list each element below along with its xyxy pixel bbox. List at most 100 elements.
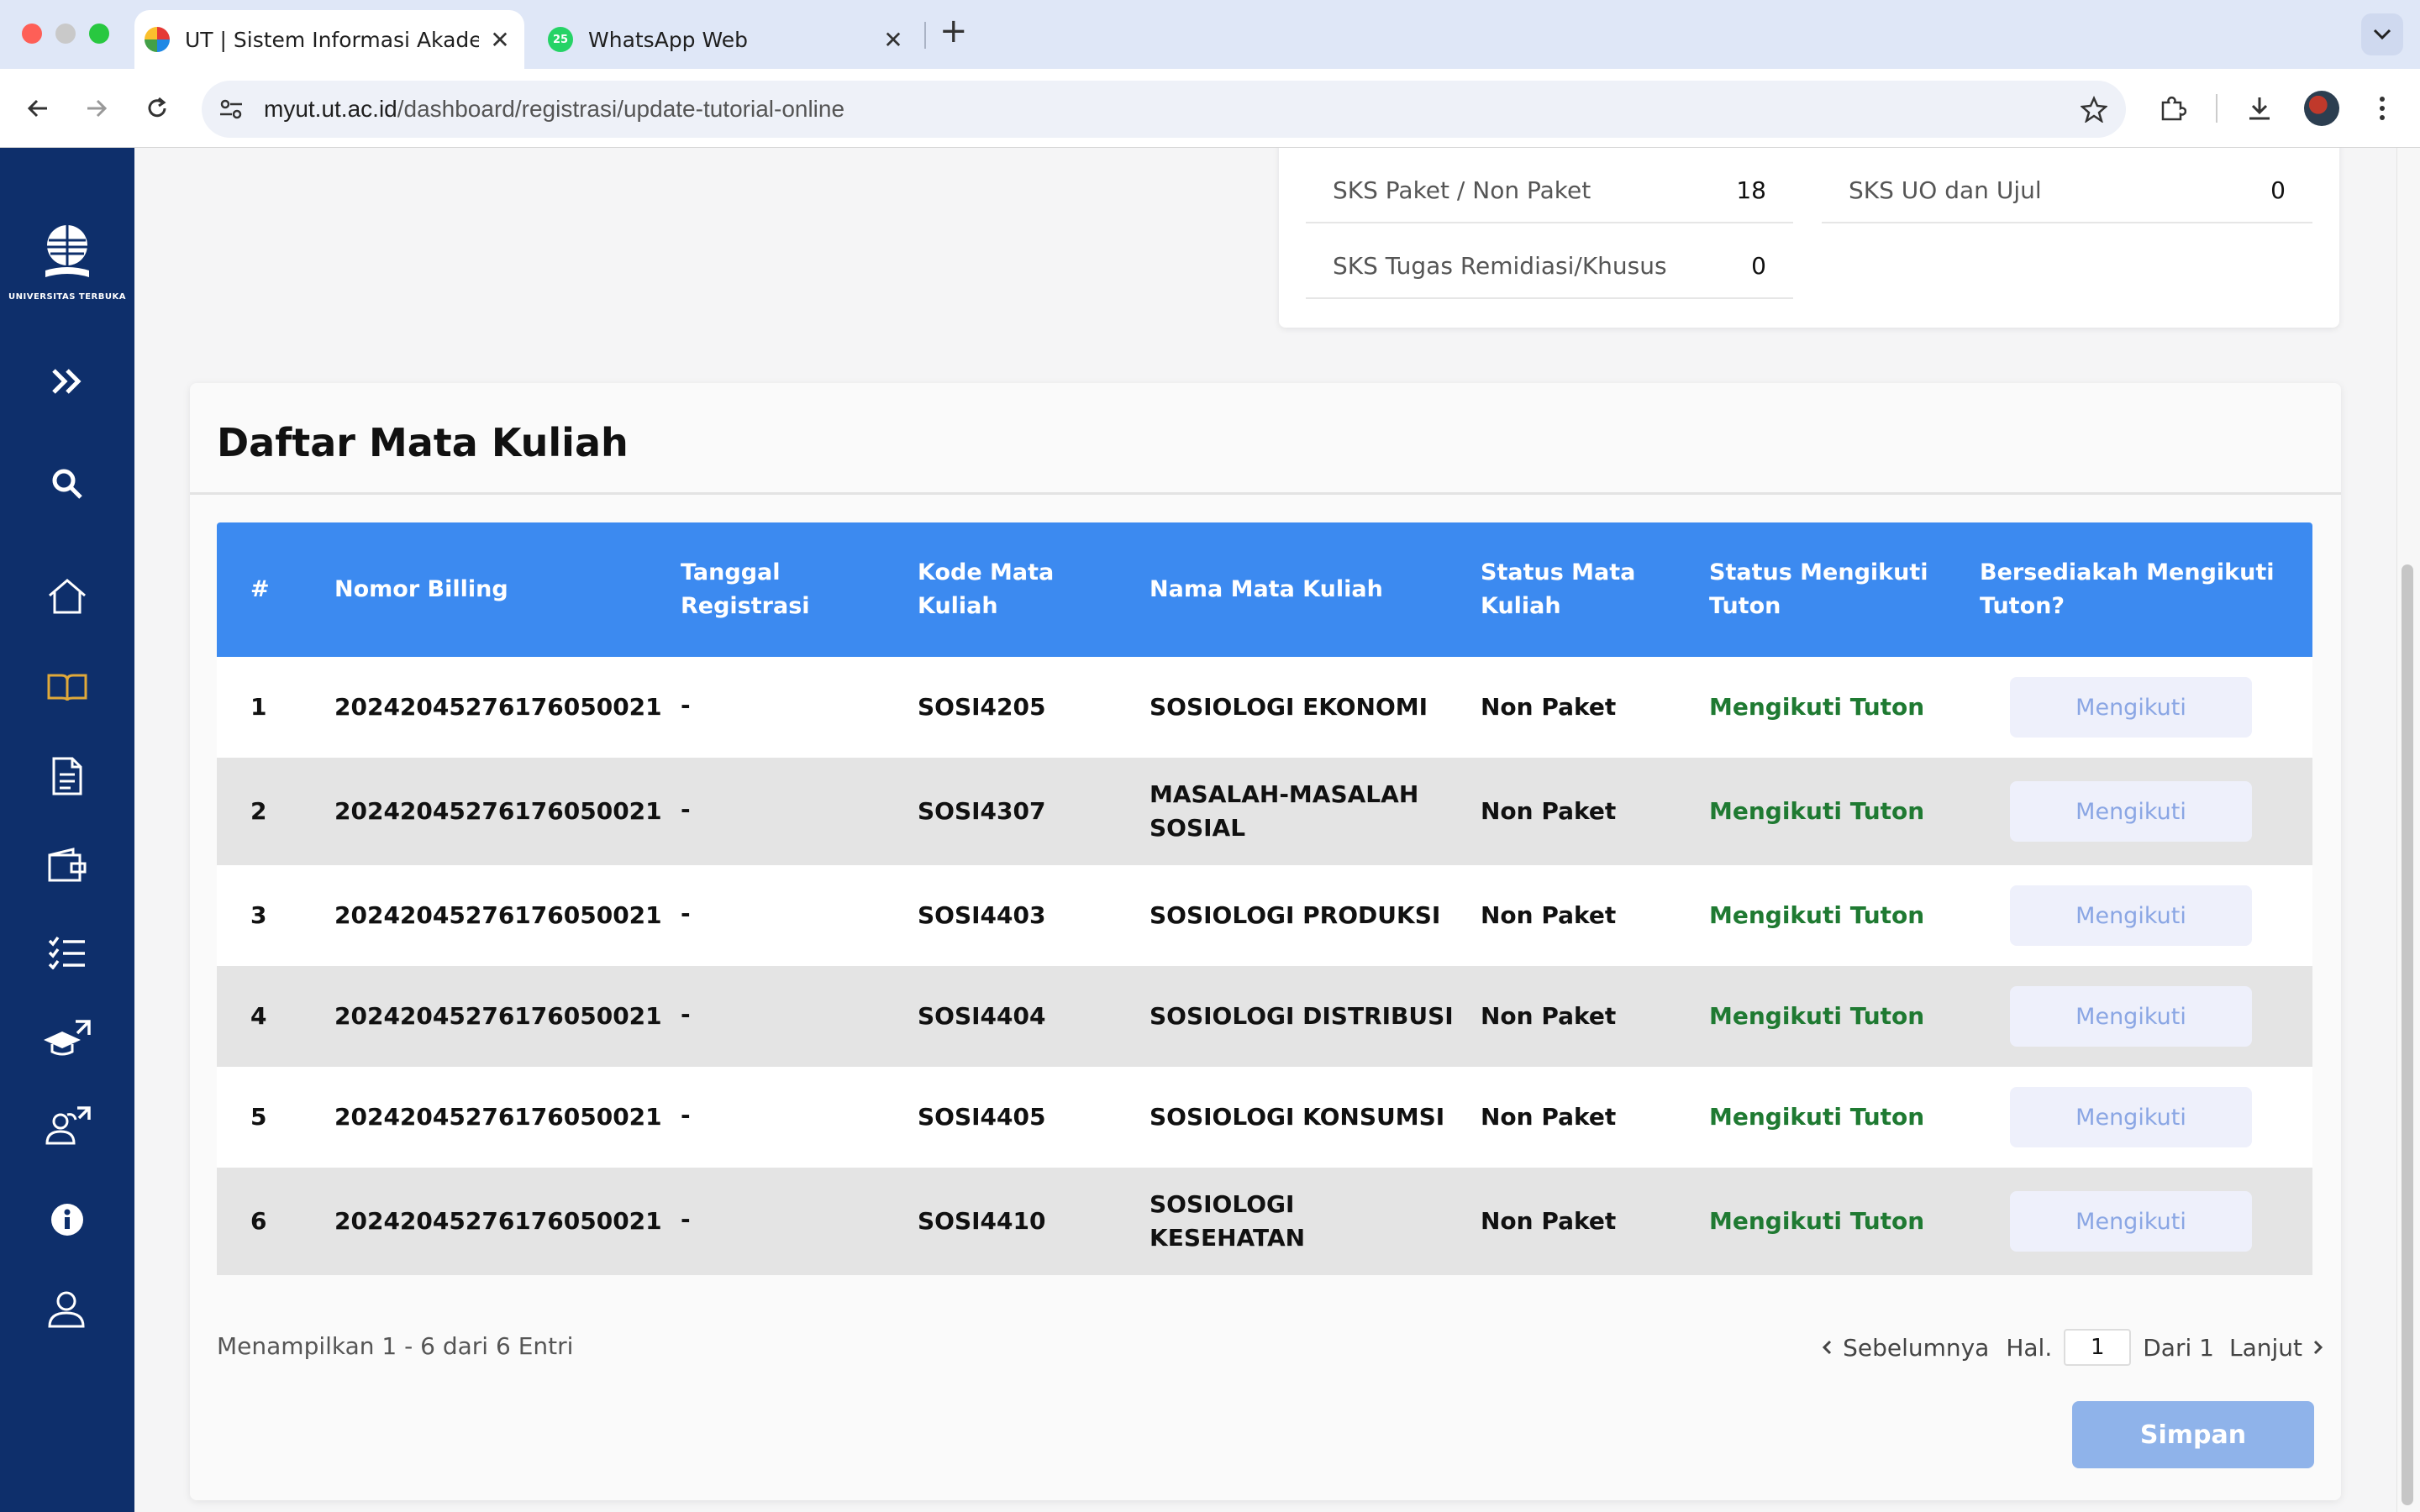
sidebar-item-courses[interactable] [42, 662, 92, 712]
cell-status-tuton: Mengikuti Tuton [1709, 797, 1925, 825]
sks-uo-row: SKS UO dan Ujul 0 [1822, 148, 2312, 223]
cell-nama: SOSIOLOGI EKONOMI [1150, 693, 1428, 721]
sks-remidiasi-value: 0 [1751, 252, 1766, 280]
sidebar-item-home[interactable] [42, 571, 92, 622]
next-page-button[interactable]: Lanjut [2229, 1334, 2324, 1362]
mengikuti-button[interactable]: Mengikuti [2010, 986, 2252, 1047]
page-scrollbar-thumb[interactable] [2402, 564, 2413, 1505]
cell-kode: SOSI4410 [918, 1207, 1046, 1235]
browser-tab-strip: UT | Sistem Informasi Akadem ✕ 25 WhatsA… [0, 0, 2420, 69]
chevron-right-icon [2313, 1340, 2323, 1355]
checklist-icon [48, 936, 85, 969]
window-minimize-button[interactable] [55, 24, 76, 44]
graduation-cap-external-icon [44, 1020, 91, 1056]
window-close-button[interactable] [22, 24, 42, 44]
col-header-status-mk: Status Mata Kuliah [1481, 559, 1636, 619]
window-zoom-button[interactable] [89, 24, 109, 44]
profile-avatar[interactable] [2304, 91, 2339, 126]
page-title: Daftar Mata Kuliah [217, 420, 629, 465]
table-row: 6 20242045276176050021 - SOSI4410 SOSIOL… [217, 1168, 2312, 1275]
sks-remidiasi-label: SKS Tugas Remidiasi/Khusus [1333, 252, 1667, 280]
cell-nama: SOSIOLOGI PRODUKSI [1150, 901, 1441, 929]
chevron-down-icon [2373, 29, 2391, 40]
user-icon [48, 1291, 85, 1328]
pagination: Sebelumnya Hal. 1 Dari 1 Lanjut [1821, 1329, 2324, 1366]
sidebar-search-button[interactable] [42, 459, 92, 509]
cell-status-mk: Non Paket [1481, 1002, 1617, 1030]
cell-tanggal: - [681, 1000, 691, 1028]
cell-tanggal: - [681, 795, 691, 823]
new-tab-icon[interactable]: + [939, 12, 968, 50]
mengikuti-button[interactable]: Mengikuti [2010, 1191, 2252, 1252]
cell-billing: 20242045276176050021 [334, 1207, 662, 1235]
col-header-nama: Nama Mata Kuliah [1150, 576, 1383, 602]
reload-button[interactable] [138, 89, 176, 128]
ut-logo: UNIVERSITAS TERBUKA [0, 223, 134, 302]
sidebar-item-checklist[interactable] [42, 927, 92, 978]
sidebar-item-info[interactable] [42, 1194, 92, 1245]
cell-kode: SOSI4205 [918, 693, 1046, 721]
sks-remidiasi-row: SKS Tugas Remidiasi/Khusus 0 [1306, 223, 1793, 299]
prev-page-button[interactable]: Sebelumnya [1821, 1334, 1989, 1362]
cell-status-mk: Non Paket [1481, 1103, 1617, 1131]
table-header: # Nomor Billing Tanggal Registrasi Kode M… [217, 522, 2312, 657]
forward-button[interactable] [77, 89, 116, 128]
document-icon [52, 757, 82, 795]
card-divider [190, 492, 2341, 495]
table-row: 3 20242045276176050021 - SOSI4403 SOSIOL… [217, 865, 2312, 966]
cell-nama: SOSIOLOGI DISTRIBUSI [1150, 1002, 1454, 1030]
mengikuti-button[interactable]: Mengikuti [2010, 677, 2252, 738]
col-header-tanggal: Tanggal Registrasi [681, 559, 810, 619]
entries-info: Menampilkan 1 - 6 dari 6 Entri [217, 1332, 574, 1360]
sidebar-item-graduation-external[interactable] [42, 1013, 92, 1063]
course-table: # Nomor Billing Tanggal Registrasi Kode M… [217, 522, 2312, 1275]
mengikuti-button[interactable]: Mengikuti [2010, 781, 2252, 842]
cell-no: 5 [250, 1103, 267, 1131]
cell-nama: SOSIOLOGI KONSUMSI [1150, 1103, 1445, 1131]
col-header-bersedia: Bersediakah Mengikuti Tuton? [1980, 559, 2275, 619]
sidebar-expand-button[interactable] [42, 356, 92, 407]
cell-tanggal: - [681, 900, 691, 927]
sidebar-item-wallet[interactable] [42, 840, 92, 890]
url-bar[interactable]: myut.ut.ac.id/dashboard/registrasi/updat… [202, 81, 2126, 138]
cell-no: 6 [250, 1207, 267, 1235]
site-settings-icon[interactable] [218, 97, 244, 121]
arrow-left-icon [27, 99, 47, 118]
sks-paket-label: SKS Paket / Non Paket [1333, 176, 1591, 204]
cell-tanggal: - [681, 691, 691, 719]
close-tab-icon[interactable]: ✕ [487, 26, 513, 54]
sidebar-item-profile[interactable] [42, 1284, 92, 1334]
more-vertical-icon [2380, 97, 2385, 120]
cell-nama: SOSIOLOGI KESEHATAN [1150, 1190, 1306, 1252]
cell-no: 1 [250, 693, 267, 721]
cell-billing: 20242045276176050021 [334, 1002, 662, 1030]
whatsapp-favicon-icon: 25 [548, 27, 573, 52]
extensions-button[interactable] [2153, 89, 2191, 128]
sidebar-item-documents[interactable] [42, 751, 92, 801]
download-icon [2249, 97, 2270, 120]
double-chevron-right-icon [52, 369, 82, 394]
main-content: SKS Paket / Non Paket 18 SKS UO dan Ujul… [134, 148, 2396, 1512]
cell-kode: SOSI4404 [918, 1002, 1046, 1030]
home-icon [49, 579, 86, 614]
close-tab-icon[interactable]: ✕ [881, 26, 906, 54]
sidebar-item-users-external[interactable] [42, 1100, 92, 1151]
tab-search-button[interactable] [2361, 13, 2403, 55]
tab-ut-siakad[interactable]: UT | Sistem Informasi Akadem ✕ [134, 10, 524, 69]
sks-uo-label: SKS UO dan Ujul [1849, 176, 2042, 204]
cell-status-mk: Non Paket [1481, 693, 1617, 721]
table-row: 4 20242045276176050021 - SOSI4404 SOSIOL… [217, 966, 2312, 1067]
save-button[interactable]: Simpan [2072, 1401, 2314, 1468]
address-bar: myut.ut.ac.id/dashboard/registrasi/updat… [0, 69, 2420, 148]
reload-icon [148, 97, 166, 118]
cell-status-mk: Non Paket [1481, 901, 1617, 929]
browser-menu-button[interactable] [2363, 89, 2402, 128]
downloads-button[interactable] [2240, 89, 2279, 128]
page-number-input[interactable]: 1 [2064, 1329, 2132, 1366]
back-button[interactable] [18, 89, 57, 128]
bookmark-star-icon[interactable] [2081, 96, 2107, 123]
mengikuti-button[interactable]: Mengikuti [2010, 1087, 2252, 1147]
mengikuti-button[interactable]: Mengikuti [2010, 885, 2252, 946]
tab-whatsapp[interactable]: 25 WhatsApp Web ✕ [534, 10, 918, 69]
sks-uo-value: 0 [2270, 176, 2286, 204]
